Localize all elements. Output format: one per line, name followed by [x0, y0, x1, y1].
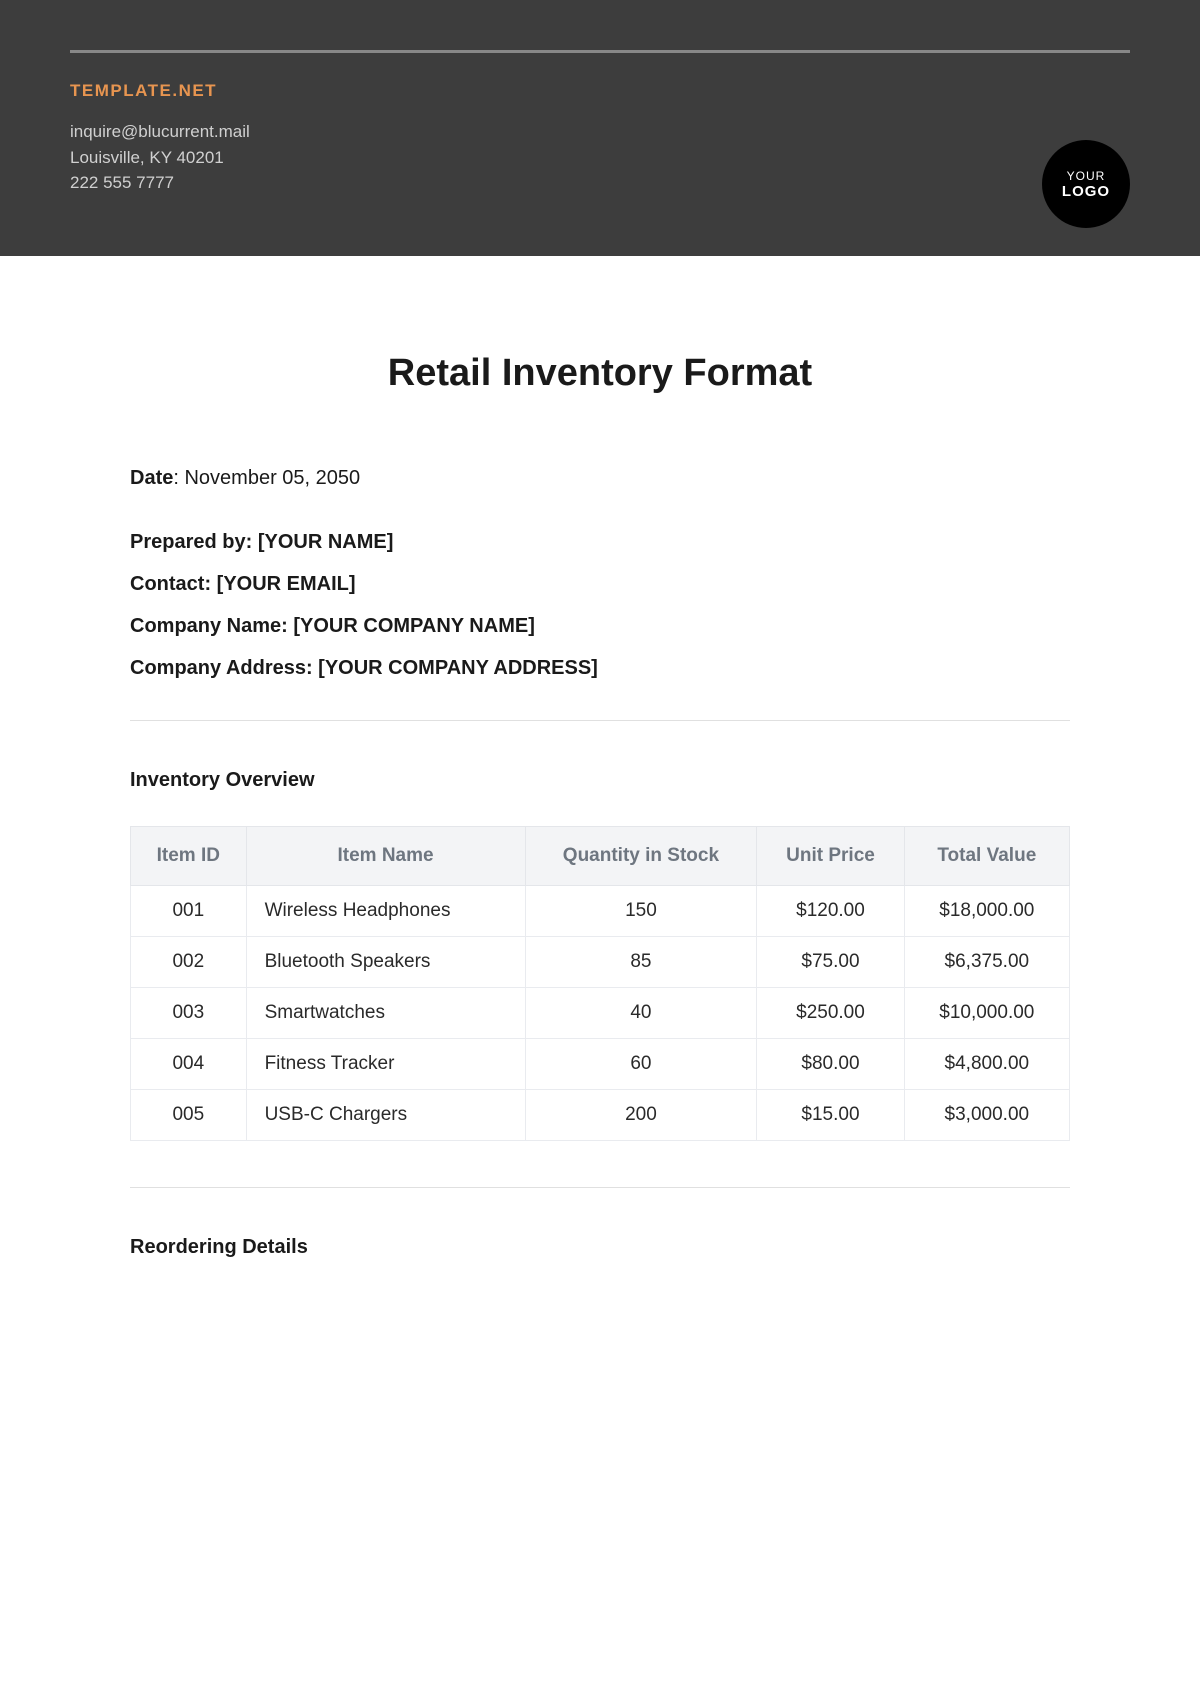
section-divider — [130, 720, 1070, 721]
cell-qty: 150 — [525, 885, 757, 936]
date-line: Date: November 05, 2050 — [130, 467, 1070, 490]
brand-name: TEMPLATE.NET — [70, 81, 1130, 101]
cell-qty: 60 — [525, 1038, 757, 1089]
overview-heading: Inventory Overview — [130, 769, 1070, 792]
cell-name: Bluetooth Speakers — [246, 936, 525, 987]
contact-info: inquire@blucurrent.mail Louisville, KY 4… — [70, 119, 1130, 196]
cell-total: $4,800.00 — [904, 1038, 1069, 1089]
cell-name: Fitness Tracker — [246, 1038, 525, 1089]
cell-id: 001 — [131, 885, 247, 936]
th-item-id: Item ID — [131, 826, 247, 885]
cell-total: $18,000.00 — [904, 885, 1069, 936]
contact-address: Louisville, KY 40201 — [70, 145, 1130, 171]
cell-price: $120.00 — [757, 885, 904, 936]
logo-line1: YOUR — [1067, 169, 1106, 183]
table-row: 005 USB-C Chargers 200 $15.00 $3,000.00 — [131, 1089, 1070, 1140]
inventory-table: Item ID Item Name Quantity in Stock Unit… — [130, 826, 1070, 1141]
th-item-name: Item Name — [246, 826, 525, 885]
header-top-divider — [70, 50, 1130, 53]
contact-phone: 222 555 7777 — [70, 170, 1130, 196]
address-label: Company Address — [130, 657, 306, 679]
contact-line: Contact: [YOUR EMAIL] — [130, 568, 1070, 600]
date-label: Date — [130, 467, 173, 489]
cell-id: 004 — [131, 1038, 247, 1089]
cell-price: $80.00 — [757, 1038, 904, 1089]
date-value: : November 05, 2050 — [173, 467, 360, 489]
table-row: 001 Wireless Headphones 150 $120.00 $18,… — [131, 885, 1070, 936]
address-value: : [YOUR COMPANY ADDRESS] — [306, 657, 598, 679]
cell-total: $10,000.00 — [904, 987, 1069, 1038]
address-line: Company Address: [YOUR COMPANY ADDRESS] — [130, 652, 1070, 684]
table-header-row: Item ID Item Name Quantity in Stock Unit… — [131, 826, 1070, 885]
cell-qty: 40 — [525, 987, 757, 1038]
cell-name: Wireless Headphones — [246, 885, 525, 936]
cell-price: $250.00 — [757, 987, 904, 1038]
cell-id: 002 — [131, 936, 247, 987]
cell-total: $3,000.00 — [904, 1089, 1069, 1140]
contact-value: : [YOUR EMAIL] — [204, 573, 355, 595]
th-total: Total Value — [904, 826, 1069, 885]
table-row: 002 Bluetooth Speakers 85 $75.00 $6,375.… — [131, 936, 1070, 987]
table-row: 003 Smartwatches 40 $250.00 $10,000.00 — [131, 987, 1070, 1038]
cell-qty: 85 — [525, 936, 757, 987]
cell-price: $15.00 — [757, 1089, 904, 1140]
company-value: : [YOUR COMPANY NAME] — [281, 615, 535, 637]
table-row: 004 Fitness Tracker 60 $80.00 $4,800.00 — [131, 1038, 1070, 1089]
cell-name: Smartwatches — [246, 987, 525, 1038]
th-price: Unit Price — [757, 826, 904, 885]
th-qty: Quantity in Stock — [525, 826, 757, 885]
logo-placeholder: YOUR LOGO — [1042, 140, 1130, 228]
cell-id: 003 — [131, 987, 247, 1038]
cell-qty: 200 — [525, 1089, 757, 1140]
page-title: Retail Inventory Format — [130, 352, 1070, 395]
section-divider — [130, 1187, 1070, 1188]
prepared-value: : [YOUR NAME] — [246, 531, 394, 553]
prepared-label: Prepared by — [130, 531, 246, 553]
reordering-heading: Reordering Details — [130, 1236, 1070, 1259]
cell-id: 005 — [131, 1089, 247, 1140]
cell-price: $75.00 — [757, 936, 904, 987]
prepared-line: Prepared by: [YOUR NAME] — [130, 526, 1070, 558]
meta-block: Prepared by: [YOUR NAME] Contact: [YOUR … — [130, 526, 1070, 684]
cell-total: $6,375.00 — [904, 936, 1069, 987]
header-bar: TEMPLATE.NET inquire@blucurrent.mail Lou… — [0, 0, 1200, 256]
company-label: Company Name — [130, 615, 281, 637]
logo-line2: LOGO — [1062, 183, 1110, 200]
document-content: Retail Inventory Format Date: November 0… — [0, 256, 1200, 1353]
cell-name: USB-C Chargers — [246, 1089, 525, 1140]
contact-email: inquire@blucurrent.mail — [70, 119, 1130, 145]
company-line: Company Name: [YOUR COMPANY NAME] — [130, 610, 1070, 642]
contact-label: Contact — [130, 573, 204, 595]
